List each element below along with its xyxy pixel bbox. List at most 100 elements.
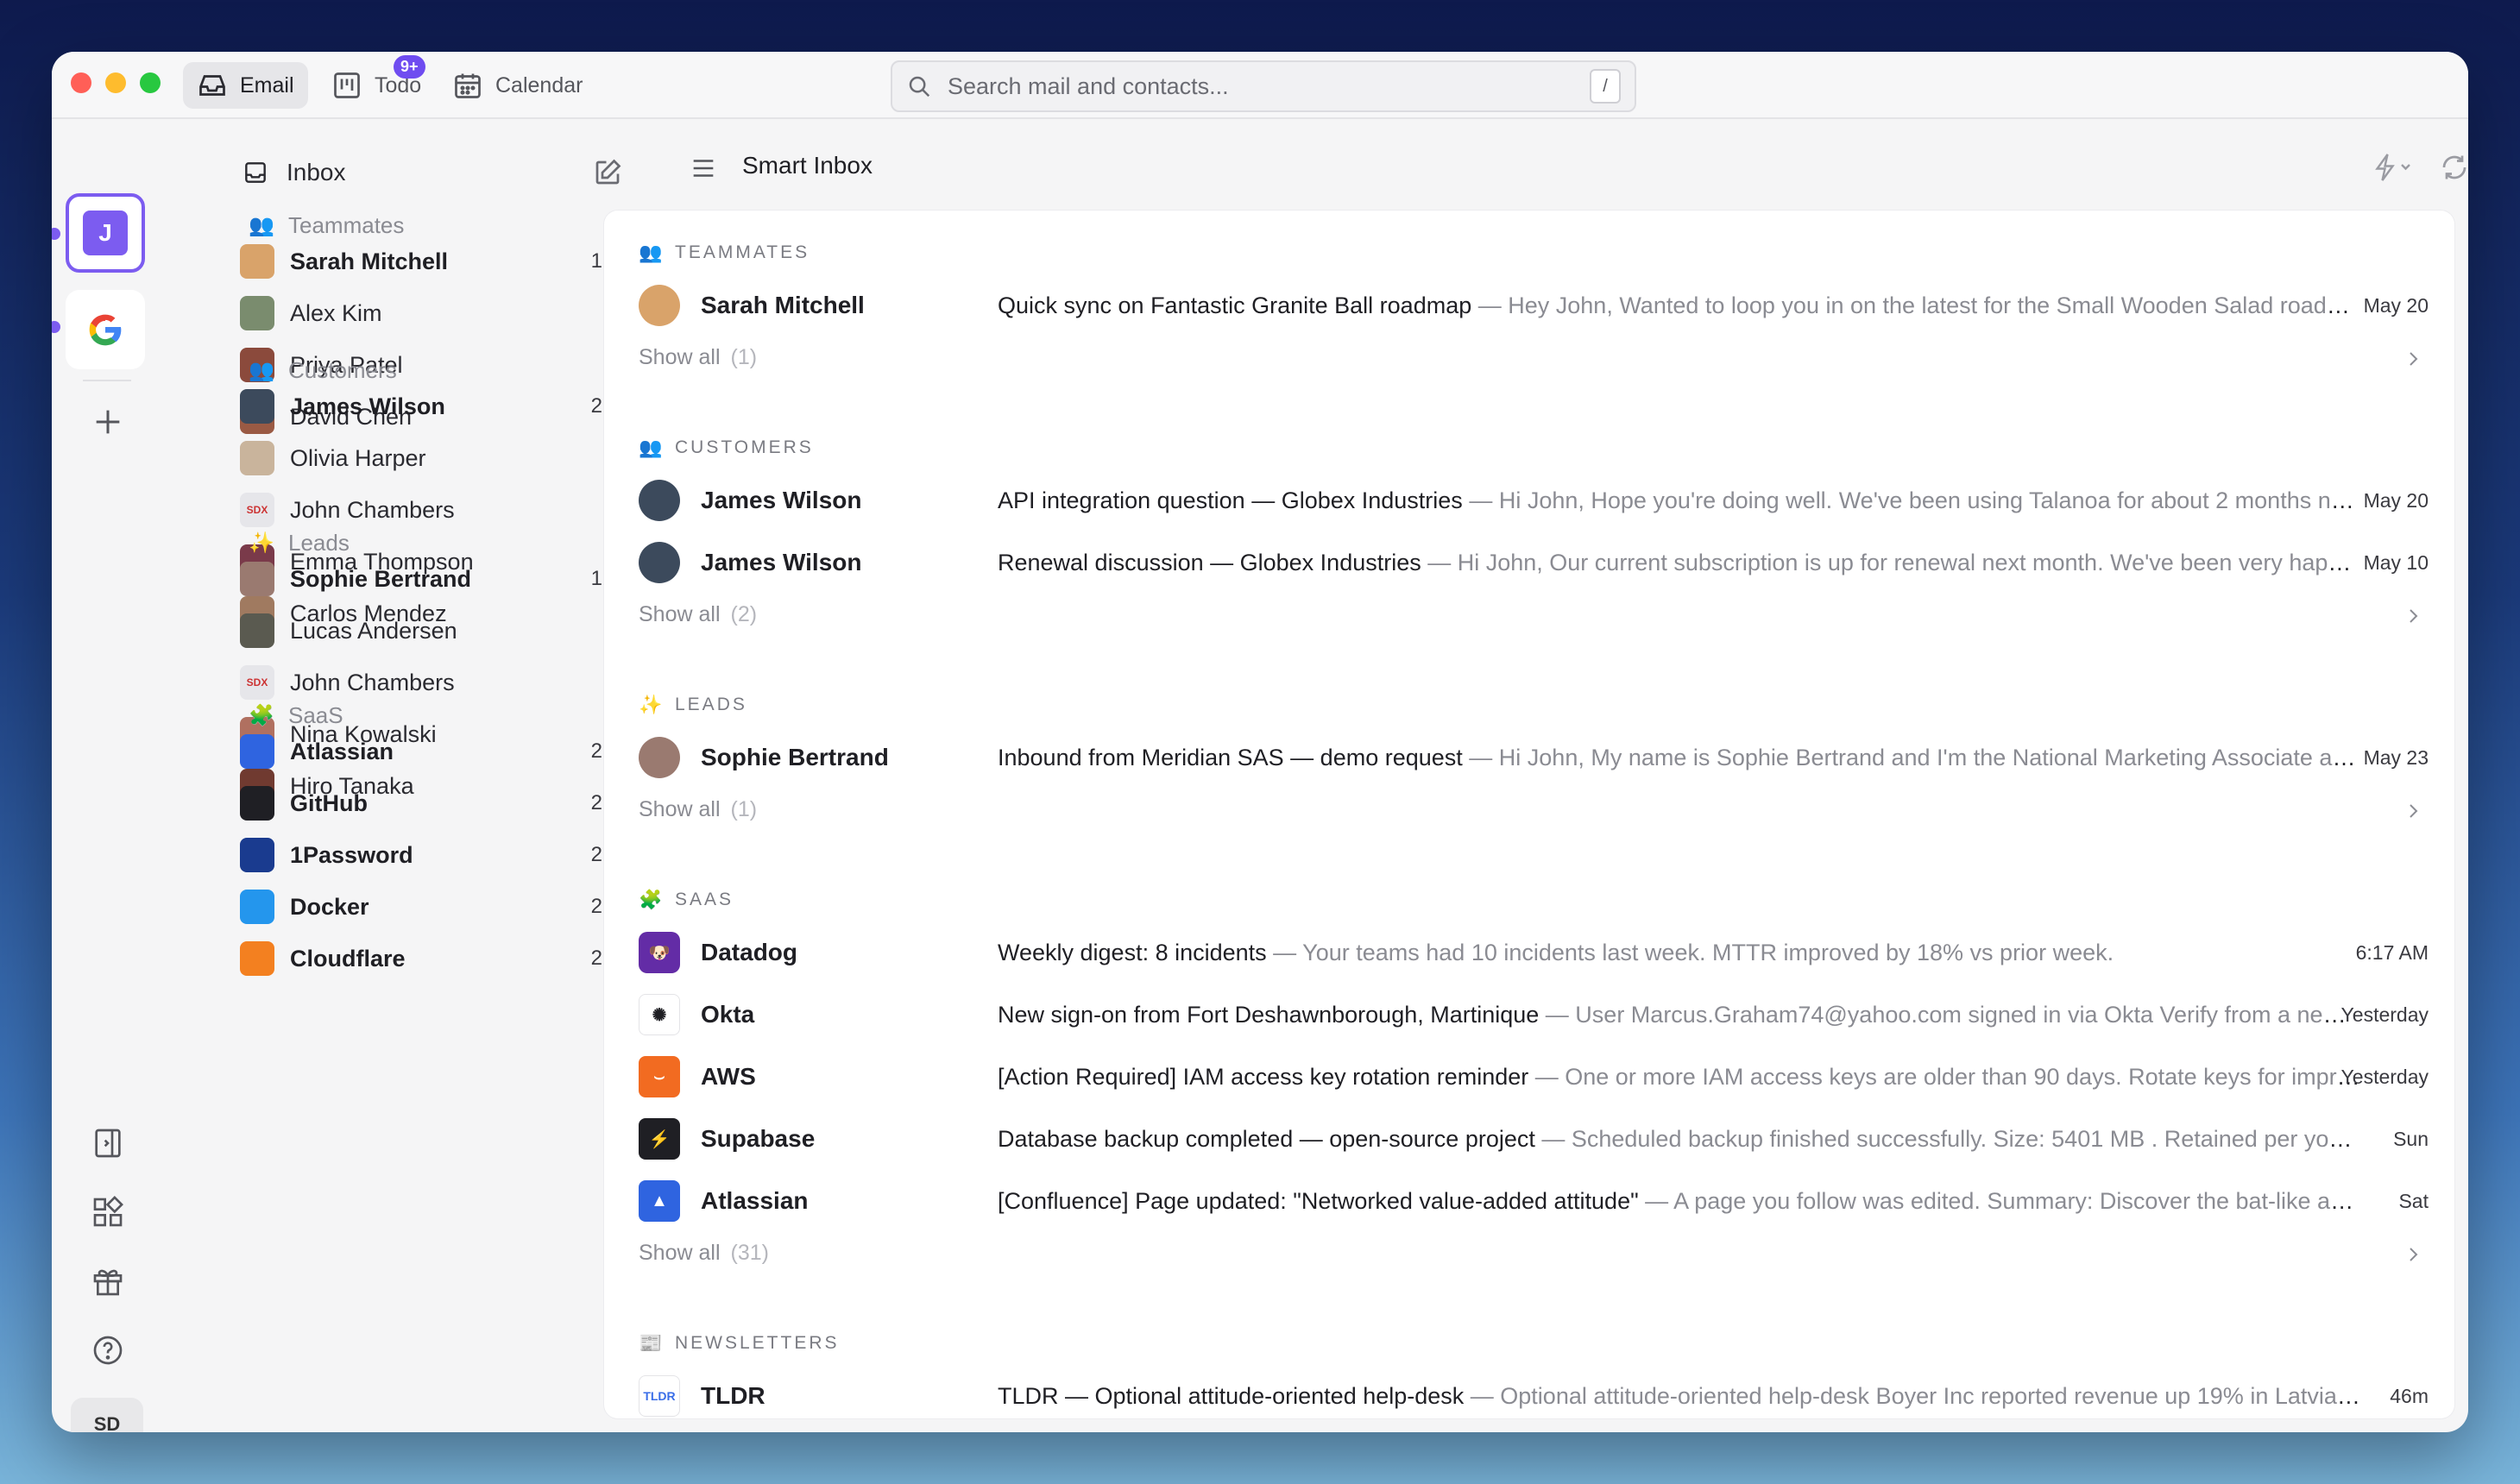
help-button[interactable]: [90, 1332, 126, 1368]
section-header-teammates: 👥 TEAMMATES: [639, 242, 810, 264]
message-row[interactable]: James Wilson Renewal discussion — Globex …: [604, 535, 2454, 590]
message-date: Sun: [2393, 1127, 2429, 1150]
tab-email-label: Email: [240, 72, 294, 97]
message-row[interactable]: James Wilson API integration question — G…: [604, 473, 2454, 528]
search-bar[interactable]: /: [891, 60, 1636, 112]
chevron-right-icon[interactable]: [2403, 801, 2423, 821]
sidebar-item-1password[interactable]: 1Password 2: [240, 832, 628, 878]
maximize-window-button[interactable]: [140, 72, 161, 93]
chevron-right-icon[interactable]: [2403, 1244, 2423, 1265]
close-window-button[interactable]: [71, 72, 91, 93]
show-all-link-customers[interactable]: Show all (2): [639, 602, 757, 627]
sidebar-group-leads[interactable]: ✨ Leads: [247, 530, 350, 556]
message-row[interactable]: 🐶 Datadog Weekly digest: 8 incidents — You…: [604, 925, 2454, 980]
message-preview: — A page you follow was edited. Summary:…: [1645, 1187, 2361, 1214]
sidebar-item-label: 1Password: [290, 841, 413, 868]
gift-icon: [93, 1269, 123, 1296]
account-google[interactable]: [66, 290, 145, 369]
avatar: [240, 562, 274, 596]
tab-email[interactable]: Email: [183, 62, 308, 109]
compose-icon[interactable]: [592, 157, 623, 188]
sidebar-item-olivia-harper[interactable]: Olivia Harper: [240, 435, 628, 481]
section-label: SAAS: [675, 890, 734, 909]
active-account-indicator: [52, 228, 60, 240]
section-header-newsletters: 📰 NEWSLETTERS: [639, 1332, 840, 1355]
sidebar-item-atlassian[interactable]: Atlassian 2: [240, 728, 628, 775]
message-date: 46m: [2390, 1384, 2429, 1407]
sidebar-group-saas[interactable]: 🧩 SaaS: [247, 702, 343, 729]
show-all-label: Show all: [639, 345, 721, 369]
lightning-dropdown-icon[interactable]: [2370, 152, 2418, 183]
sidebar-item-john-chambers[interactable]: SDX John Chambers: [240, 659, 628, 706]
rail-divider: [83, 380, 131, 381]
sidebar-item-sarah-mitchell[interactable]: Sarah Mitchell 1: [240, 238, 628, 285]
sidebar-item-label: Olivia Harper: [290, 444, 426, 471]
sidebar-item-label: John Chambers: [290, 496, 455, 523]
refresh-icon[interactable]: [2439, 152, 2468, 183]
sidebar-item-sophie-bertrand[interactable]: Sophie Bertrand 1: [240, 556, 628, 602]
james-wilson-avatar: [639, 480, 680, 521]
sidebar-group-customers[interactable]: 👥 Customers: [247, 357, 397, 384]
message-subject: New sign-on from Fort Deshawnborough, Ma…: [998, 1002, 2361, 1028]
inbox-tray-icon: [245, 162, 266, 183]
sidebar-item-james-wilson[interactable]: James Wilson 2: [240, 383, 628, 430]
message-row[interactable]: ⌣ AWS [Action Required] IAM access key rot…: [604, 1049, 2454, 1104]
unread-count: 1: [590, 249, 602, 273]
section-label: LEADS: [675, 695, 747, 714]
workspace-switcher[interactable]: SD BX: [71, 1398, 143, 1432]
sidebar-item-label: Sarah Mitchell: [290, 248, 449, 274]
chevron-right-icon[interactable]: [2403, 349, 2423, 369]
search-input[interactable]: [948, 72, 1574, 100]
message-row[interactable]: Sarah Mitchell Quick sync on Fantastic Gr…: [604, 278, 2454, 333]
chevron-right-icon[interactable]: [2403, 606, 2423, 626]
sidebar-item-lucas-andersen[interactable]: Lucas Andersen: [240, 607, 628, 654]
add-account-button[interactable]: [90, 404, 126, 440]
message-preview: — User Marcus.Graham74@yahoo.com signed …: [1539, 1001, 2361, 1028]
message-preview: — Hi John, My name is Sophie Bertrand an…: [1469, 744, 2361, 770]
message-subject: Renewal discussion — Globex Industries —…: [998, 550, 2361, 576]
sidebar-inbox-label: Inbox: [287, 159, 346, 186]
main-header: Smart Inbox: [647, 121, 2468, 214]
account-j[interactable]: J: [66, 193, 145, 273]
sender-name: TLDR: [701, 1382, 765, 1409]
minimize-window-button[interactable]: [105, 72, 126, 93]
sidebar-inbox[interactable]: Inbox: [242, 159, 346, 186]
subject-text: [Action Required] IAM access key rotatio…: [998, 1063, 1529, 1090]
avatar: [240, 734, 274, 769]
menu-icon[interactable]: [689, 154, 718, 183]
avatar: [240, 838, 274, 872]
sender-name: Atlassian: [701, 1187, 809, 1214]
sidebar-item-label: Docker: [290, 893, 369, 920]
sophie-bertrand-avatar: [639, 737, 680, 778]
tldr-avatar: TLDR: [639, 1375, 680, 1417]
sidebar-item-docker[interactable]: Docker 2: [240, 883, 628, 930]
message-preview: — One or more IAM access keys are older …: [1534, 1063, 2361, 1090]
sidebar-group-teammates[interactable]: 👥 Teammates: [247, 212, 404, 239]
sender-name: Datadog: [701, 939, 797, 965]
subject-text: [Confluence] Page updated: "Networked va…: [998, 1187, 1639, 1214]
message-row[interactable]: Sophie Bertrand Inbound from Meridian SAS…: [604, 730, 2454, 785]
message-row[interactable]: ⚡ Supabase Database backup completed — ope…: [604, 1111, 2454, 1166]
message-subject: TLDR — Optional attitude-oriented help-d…: [998, 1383, 2361, 1410]
tab-calendar[interactable]: Calendar: [438, 62, 596, 109]
gifts-button[interactable]: [90, 1263, 126, 1299]
toggle-panel-button[interactable]: [90, 1125, 126, 1161]
inbox-icon: [199, 75, 225, 96]
unread-count: 2: [590, 843, 602, 866]
message-list-panel: 👥 TEAMMATES Sarah Mitchell Quick sync on Fa…: [604, 211, 2454, 1418]
sender-name: Okta: [701, 1001, 755, 1028]
sidebar-item-github[interactable]: GitHub 2: [240, 780, 628, 827]
message-row[interactable]: ▲ Atlassian [Confluence] Page updated: "Ne…: [604, 1173, 2454, 1229]
show-all-link-saas[interactable]: Show all (31): [639, 1241, 769, 1266]
sidebar-item-label: GitHub: [290, 789, 368, 816]
show-all-link-teammates[interactable]: Show all (1): [639, 345, 757, 370]
sidebar-item-cloudflare[interactable]: Cloudflare 2: [240, 935, 628, 982]
message-row[interactable]: ✺ Okta New sign-on from Fort Deshawnboroug…: [604, 987, 2454, 1042]
apps-button[interactable]: [90, 1194, 126, 1230]
avatar: [240, 613, 274, 648]
sidebar-item-john-chambers[interactable]: SDX John Chambers: [240, 487, 628, 533]
show-all-link-leads[interactable]: Show all (1): [639, 797, 757, 822]
message-row[interactable]: TLDR TLDR TLDR — Optional attitude-oriente…: [604, 1368, 2454, 1418]
newsletters-section-icon: 📰: [639, 1332, 665, 1354]
sidebar-item-alex-kim[interactable]: Alex Kim: [240, 290, 628, 336]
